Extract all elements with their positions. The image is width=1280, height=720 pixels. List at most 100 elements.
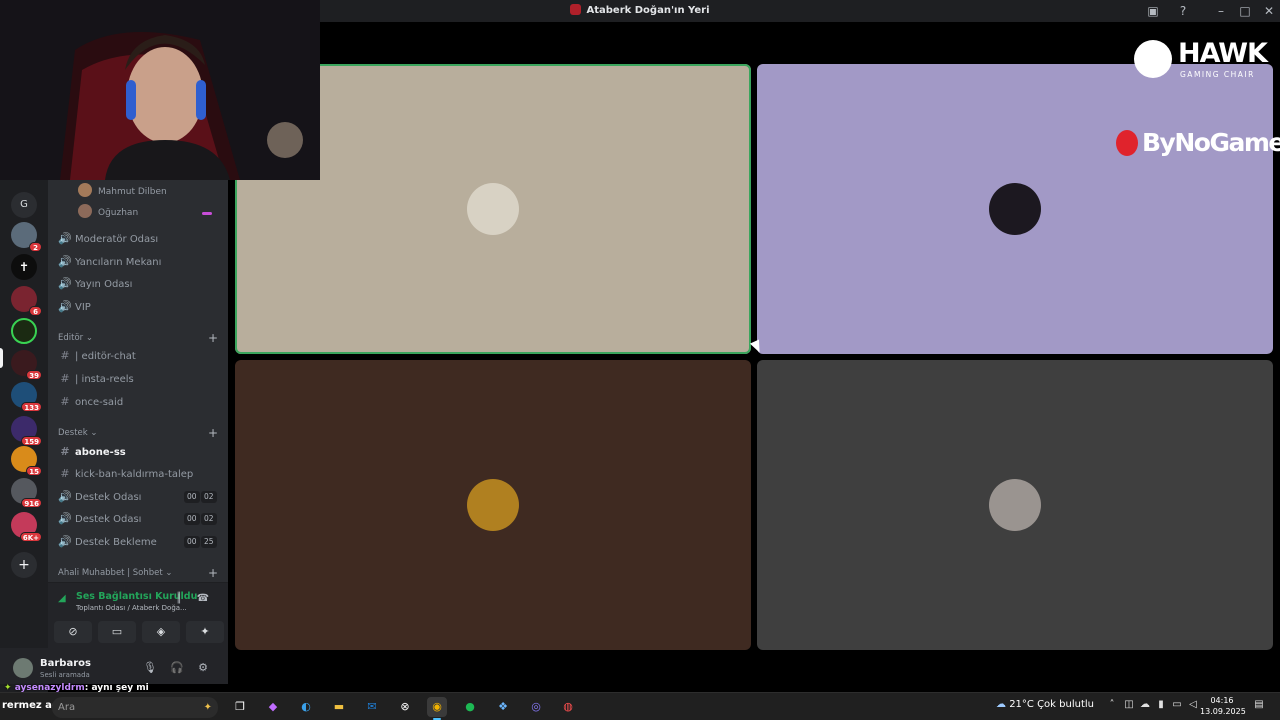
- channel-label: VIP: [75, 302, 91, 313]
- participant-tile-3[interactable]: [235, 360, 751, 650]
- clock[interactable]: 04:16 13.09.2025: [1200, 695, 1246, 717]
- add-channel-icon[interactable]: +: [208, 426, 218, 440]
- text-channel-abone-ss[interactable]: # abone-ss: [58, 442, 222, 462]
- user-panel: Barbaros Sesli aramada 🎙 🎧 ⚙: [0, 648, 228, 684]
- video-stage: [228, 22, 1280, 692]
- server-icon: [570, 4, 582, 15]
- disconnect-icon[interactable]: ☎: [196, 593, 210, 607]
- tray-cloud-icon[interactable]: ☁: [1139, 699, 1151, 713]
- channel-counter: 02: [201, 491, 217, 503]
- tray-chevron-icon[interactable]: ˄: [1106, 699, 1118, 713]
- channel-label: Destek Bekleme: [75, 537, 157, 548]
- add-channel-icon[interactable]: +: [208, 566, 218, 580]
- voice-channel-destek-bekleme[interactable]: 🔊 Destek Bekleme 00 25: [58, 532, 222, 552]
- cloud-icon: ☁: [996, 699, 1006, 710]
- voice-channel-moderator[interactable]: 🔊 Moderatör Odası: [58, 229, 222, 249]
- spotify-icon[interactable]: ●: [460, 697, 480, 717]
- text-channel-once-said[interactable]: # once-said: [58, 392, 222, 412]
- edge-icon[interactable]: ◐: [296, 697, 316, 717]
- voice-location[interactable]: Toplantı Odası / Ataberk Doğa...: [76, 604, 187, 612]
- copilot-icon[interactable]: ◆: [263, 697, 283, 717]
- server-icon[interactable]: 39: [11, 350, 42, 380]
- headphones-icon[interactable]: 🎧: [170, 661, 184, 675]
- outlook-icon[interactable]: ✉: [362, 697, 382, 717]
- tray-app-icon[interactable]: ◫: [1123, 699, 1135, 713]
- server-folder-icon[interactable]: 916: [11, 478, 42, 508]
- avatar[interactable]: [13, 658, 33, 678]
- text-channel-kick-ban[interactable]: # kick-ban-kaldırma-talep: [58, 464, 222, 484]
- category-ahali[interactable]: Ahali Muhabbet | Sohbet ⌄ +: [58, 566, 218, 580]
- search-highlight-icon: ✦: [203, 702, 212, 713]
- server-icon[interactable]: 2: [11, 222, 42, 252]
- hash-icon: #: [60, 349, 70, 362]
- server-icon-g[interactable]: G: [11, 192, 37, 218]
- file-explorer-icon[interactable]: ▬: [329, 697, 349, 717]
- server-icon[interactable]: [11, 318, 37, 344]
- channel-counter: 00: [184, 513, 200, 525]
- channel-label: Yayın Odası: [75, 279, 133, 290]
- speaker-icon: 🔊: [58, 512, 72, 525]
- add-server-icon[interactable]: +: [11, 552, 37, 578]
- minimize-button[interactable]: –: [1213, 3, 1229, 19]
- server-icon[interactable]: 159: [11, 416, 42, 446]
- server-icon-cross[interactable]: ✝: [11, 254, 37, 280]
- user-name[interactable]: Barbaros: [40, 658, 91, 669]
- category-destek[interactable]: Destek ⌄ +: [58, 426, 218, 440]
- hawk-logo: HAWK GAMING CHAIR: [1134, 38, 1268, 80]
- hash-icon: #: [60, 372, 70, 385]
- participant-tile-2[interactable]: [757, 64, 1273, 354]
- channel-label: abone-ss: [75, 447, 126, 458]
- voice-channel-destek-2[interactable]: 🔊 Destek Odası 00 02: [58, 509, 222, 529]
- server-folder-icon[interactable]: 6K+: [11, 512, 42, 542]
- screen-share-button[interactable]: ▭: [98, 621, 136, 643]
- channel-label: once-said: [75, 397, 124, 408]
- chrome-icon[interactable]: ◉: [427, 697, 447, 720]
- text-channel-editor-chat[interactable]: # | editör-chat: [58, 346, 222, 366]
- microphone-icon[interactable]: 🎙: [143, 661, 157, 675]
- soundboard-button[interactable]: ✦: [186, 621, 224, 643]
- obs-icon[interactable]: ◍: [558, 697, 578, 717]
- hash-icon: #: [60, 467, 70, 480]
- weather-widget[interactable]: ☁ 21°C Çok bulutlu: [996, 699, 1094, 710]
- voice-channel-yancilar[interactable]: 🔊 Yancıların Mekanı: [58, 252, 222, 272]
- tray-mic-icon[interactable]: ▮: [1155, 699, 1167, 713]
- text-channel-insta-reels[interactable]: # | insta-reels: [58, 369, 222, 389]
- maximize-button[interactable]: □: [1237, 3, 1253, 19]
- task-view-icon[interactable]: ❐: [230, 697, 250, 717]
- voice-channel-vip[interactable]: 🔊 VIP: [58, 297, 222, 317]
- participant-tile-4[interactable]: [757, 360, 1273, 650]
- voice-channel-destek-1[interactable]: 🔊 Destek Odası 00 02: [58, 487, 222, 507]
- category-editor[interactable]: Editör ⌄ +: [58, 331, 218, 345]
- camera-off-button[interactable]: ⊘: [54, 621, 92, 643]
- voice-user[interactable]: Mahmut Dilben: [78, 183, 167, 201]
- webcam-feed: [0, 0, 320, 180]
- voice-user[interactable]: Oğuzhan: [78, 204, 212, 222]
- inbox-icon[interactable]: ▣: [1145, 3, 1161, 19]
- network-icon[interactable]: ▭: [1171, 699, 1183, 713]
- speaker-icon: 🔊: [58, 300, 72, 313]
- discord-icon[interactable]: ◎: [526, 697, 546, 717]
- notifications-icon[interactable]: ▤: [1253, 699, 1265, 713]
- noise-suppression-icon[interactable]: ║: [172, 593, 186, 607]
- server-icon[interactable]: 6: [11, 286, 42, 316]
- app-icon[interactable]: ❖: [493, 697, 513, 717]
- volume-icon[interactable]: ◁: [1187, 699, 1199, 713]
- channel-label: kick-ban-kaldırma-talep: [75, 469, 194, 480]
- server-icon[interactable]: 15: [11, 446, 42, 476]
- xbox-icon[interactable]: ⊗: [395, 697, 415, 717]
- close-button[interactable]: ✕: [1261, 3, 1277, 19]
- help-icon[interactable]: ?: [1175, 3, 1191, 19]
- voice-channel-yayin[interactable]: 🔊 Yayın Odası: [58, 274, 222, 294]
- taskbar-search[interactable]: Ara ✦: [52, 697, 218, 718]
- signal-icon[interactable]: ◢: [58, 593, 70, 605]
- settings-gear-icon[interactable]: ⚙: [196, 661, 210, 675]
- channel-label: Yancıların Mekanı: [75, 257, 162, 268]
- channel-label: | insta-reels: [75, 374, 134, 385]
- server-icon[interactable]: 133: [11, 382, 42, 412]
- add-channel-icon[interactable]: +: [208, 331, 218, 345]
- channel-label: Destek Odası: [75, 492, 142, 503]
- speaker-icon: 🔊: [58, 232, 72, 245]
- live-indicator: [202, 212, 212, 215]
- voice-connection-panel: ◢ Ses Bağlantısı Kuruldu Toplantı Odası …: [48, 582, 228, 648]
- activity-button[interactable]: ◈: [142, 621, 180, 643]
